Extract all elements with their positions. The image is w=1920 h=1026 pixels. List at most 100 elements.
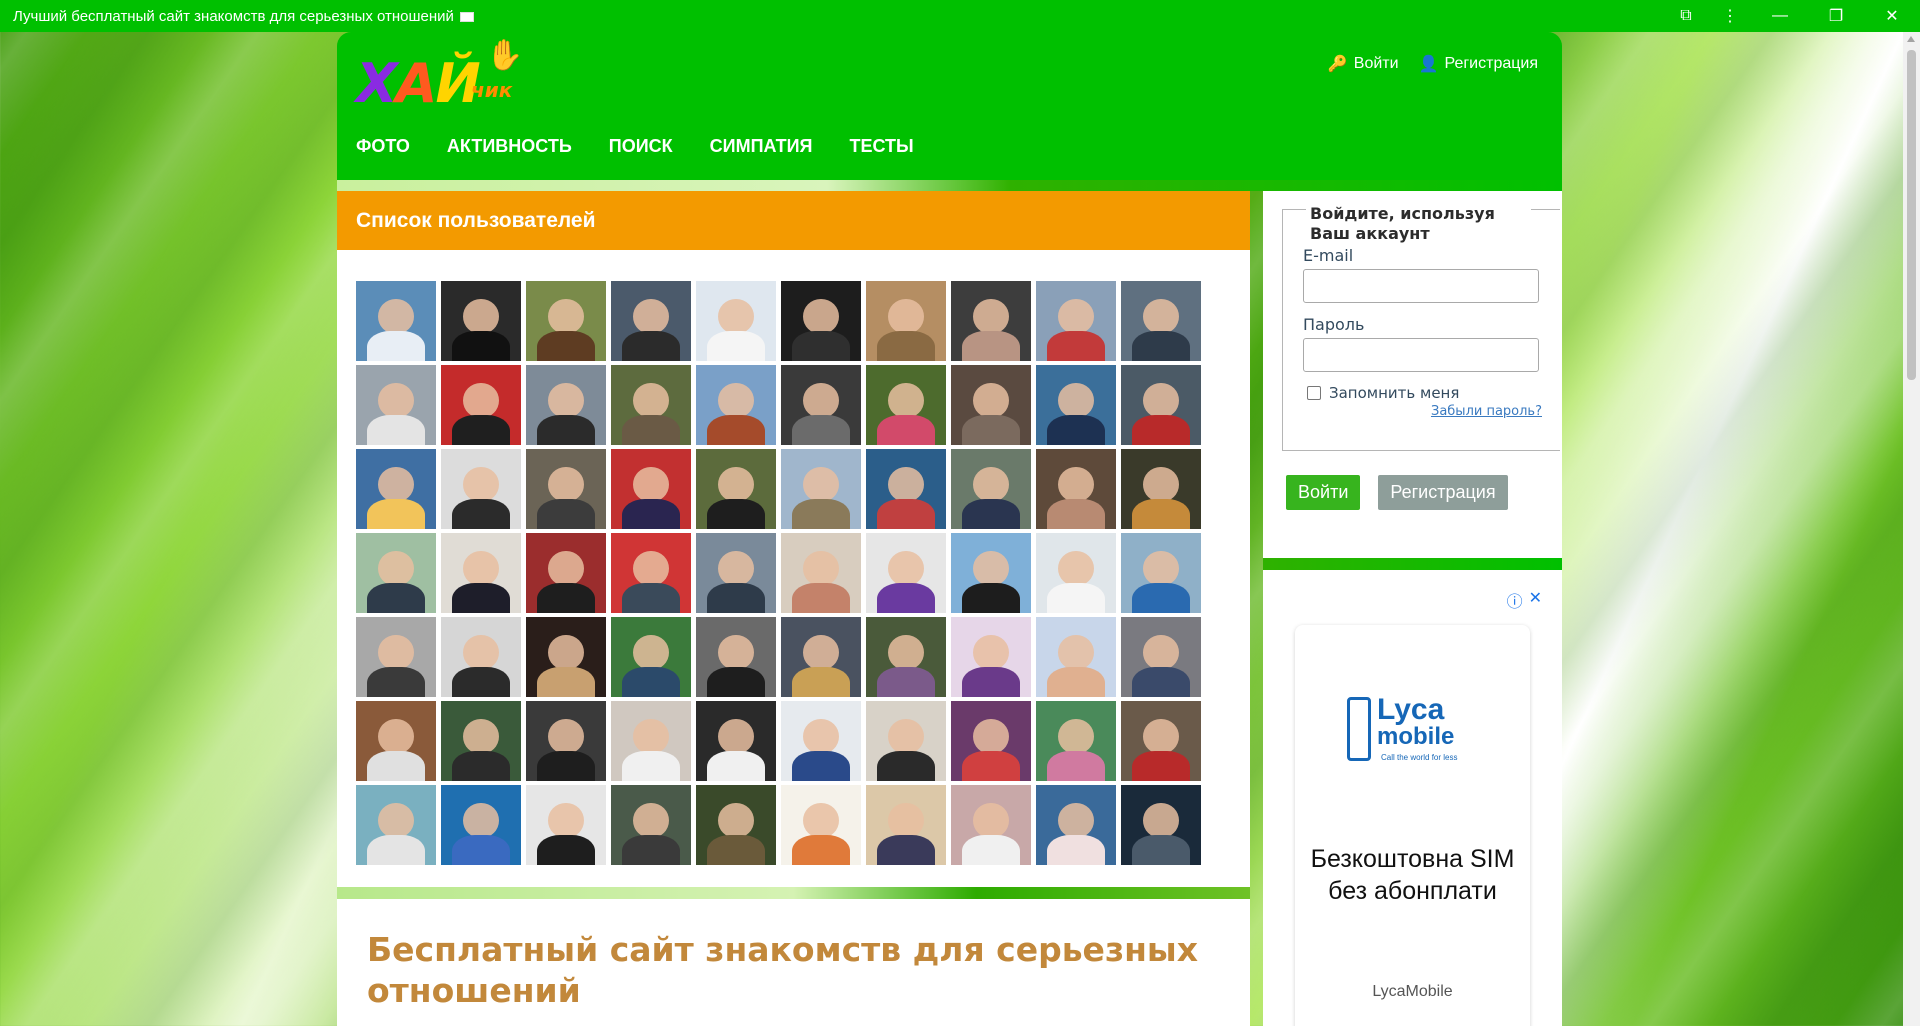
nav-item-photo[interactable]: ФОТО bbox=[356, 136, 410, 157]
user-photo[interactable] bbox=[951, 449, 1031, 529]
user-body bbox=[367, 834, 425, 865]
user-photo[interactable] bbox=[526, 617, 606, 697]
user-photo[interactable] bbox=[526, 449, 606, 529]
user-photo[interactable] bbox=[356, 617, 436, 697]
user-photo[interactable] bbox=[866, 281, 946, 361]
user-face bbox=[718, 634, 754, 670]
site-logo[interactable]: ХАЙ чик ✋ bbox=[356, 38, 526, 115]
forgot-password-link[interactable]: Забыли пароль? bbox=[1303, 404, 1560, 419]
user-photo[interactable] bbox=[526, 365, 606, 445]
user-photo[interactable] bbox=[441, 617, 521, 697]
user-photo[interactable] bbox=[951, 533, 1031, 613]
nav-item-search[interactable]: ПОИСК bbox=[609, 136, 673, 157]
user-photo[interactable] bbox=[1036, 785, 1116, 865]
user-photo[interactable] bbox=[441, 785, 521, 865]
user-photo[interactable] bbox=[781, 701, 861, 781]
user-photo[interactable] bbox=[1121, 701, 1201, 781]
login-link[interactable]: 🔑 Войти bbox=[1328, 54, 1399, 74]
user-photo[interactable] bbox=[526, 281, 606, 361]
user-photo[interactable] bbox=[441, 533, 521, 613]
user-photo[interactable] bbox=[696, 281, 776, 361]
user-photo[interactable] bbox=[1121, 785, 1201, 865]
register-link[interactable]: 👤 Регистрация bbox=[1419, 54, 1538, 74]
user-photo[interactable] bbox=[611, 281, 691, 361]
nav-item-activity[interactable]: АКТИВНОСТЬ bbox=[447, 136, 572, 157]
user-photo[interactable] bbox=[1121, 365, 1201, 445]
user-photo[interactable] bbox=[526, 785, 606, 865]
user-photo[interactable] bbox=[1036, 449, 1116, 529]
user-photo[interactable] bbox=[866, 533, 946, 613]
user-photo[interactable] bbox=[696, 365, 776, 445]
user-photo[interactable] bbox=[611, 617, 691, 697]
user-photo[interactable] bbox=[611, 701, 691, 781]
user-photo[interactable] bbox=[1036, 701, 1116, 781]
user-photo[interactable] bbox=[611, 449, 691, 529]
remember-checkbox[interactable] bbox=[1307, 386, 1321, 400]
user-photo[interactable] bbox=[866, 365, 946, 445]
user-body bbox=[1132, 750, 1190, 781]
email-field[interactable] bbox=[1303, 269, 1539, 303]
user-photo[interactable] bbox=[1036, 281, 1116, 361]
user-photo[interactable] bbox=[356, 785, 436, 865]
ad-card[interactable]: Lyca mobile Call the world for less Безк… bbox=[1295, 625, 1530, 1026]
user-photo[interactable] bbox=[441, 701, 521, 781]
user-photo[interactable] bbox=[866, 449, 946, 529]
page-scrollbar[interactable] bbox=[1903, 32, 1920, 1026]
password-label: Пароль bbox=[1303, 315, 1365, 334]
register-button[interactable]: Регистрация bbox=[1378, 475, 1508, 510]
user-photo[interactable] bbox=[696, 785, 776, 865]
user-photo[interactable] bbox=[951, 785, 1031, 865]
user-photo[interactable] bbox=[1036, 617, 1116, 697]
user-photo[interactable] bbox=[526, 701, 606, 781]
scrollbar-thumb[interactable] bbox=[1907, 50, 1916, 380]
ad-close-icon[interactable]: ✕ bbox=[1529, 588, 1542, 612]
remember-me[interactable]: Запомнить меня bbox=[1307, 384, 1560, 402]
user-photo[interactable] bbox=[696, 617, 776, 697]
user-photo[interactable] bbox=[1121, 281, 1201, 361]
user-photo[interactable] bbox=[781, 533, 861, 613]
user-photo[interactable] bbox=[866, 617, 946, 697]
user-photo[interactable] bbox=[1121, 449, 1201, 529]
ad-info-icon[interactable]: ⓘ bbox=[1507, 588, 1523, 612]
user-photo[interactable] bbox=[696, 449, 776, 529]
user-photo[interactable] bbox=[781, 449, 861, 529]
user-photo[interactable] bbox=[1121, 533, 1201, 613]
nav-item-tests[interactable]: ТЕСТЫ bbox=[850, 136, 914, 157]
restore-button[interactable]: ❐ bbox=[1808, 0, 1864, 32]
user-photo[interactable] bbox=[951, 617, 1031, 697]
user-photo[interactable] bbox=[441, 365, 521, 445]
user-photo[interactable] bbox=[441, 281, 521, 361]
user-photo[interactable] bbox=[356, 365, 436, 445]
scroll-up-icon[interactable] bbox=[1907, 36, 1915, 42]
user-photo[interactable] bbox=[696, 701, 776, 781]
user-photo[interactable] bbox=[696, 533, 776, 613]
menu-icon[interactable]: ⋮ bbox=[1708, 0, 1752, 32]
user-photo[interactable] bbox=[951, 365, 1031, 445]
user-photo[interactable] bbox=[526, 533, 606, 613]
login-button[interactable]: Войти bbox=[1286, 475, 1361, 510]
user-photo[interactable] bbox=[356, 701, 436, 781]
user-photo[interactable] bbox=[441, 449, 521, 529]
user-photo[interactable] bbox=[866, 785, 946, 865]
user-photo[interactable] bbox=[781, 365, 861, 445]
user-photo[interactable] bbox=[356, 281, 436, 361]
close-button[interactable]: ✕ bbox=[1864, 0, 1920, 32]
user-photo[interactable] bbox=[951, 701, 1031, 781]
nav-item-sympathy[interactable]: СИМПАТИЯ bbox=[710, 136, 813, 157]
user-photo[interactable] bbox=[356, 533, 436, 613]
user-photo[interactable] bbox=[611, 785, 691, 865]
user-photo[interactable] bbox=[951, 281, 1031, 361]
user-photo[interactable] bbox=[781, 281, 861, 361]
user-photo[interactable] bbox=[866, 701, 946, 781]
user-photo[interactable] bbox=[781, 617, 861, 697]
user-photo[interactable] bbox=[1036, 533, 1116, 613]
user-photo[interactable] bbox=[1121, 617, 1201, 697]
password-field[interactable] bbox=[1303, 338, 1539, 372]
extensions-icon[interactable]: ⧉ bbox=[1664, 0, 1708, 32]
minimize-button[interactable]: — bbox=[1752, 0, 1808, 32]
user-photo[interactable] bbox=[356, 449, 436, 529]
user-photo[interactable] bbox=[611, 533, 691, 613]
user-photo[interactable] bbox=[781, 785, 861, 865]
user-photo[interactable] bbox=[1036, 365, 1116, 445]
user-photo[interactable] bbox=[611, 365, 691, 445]
